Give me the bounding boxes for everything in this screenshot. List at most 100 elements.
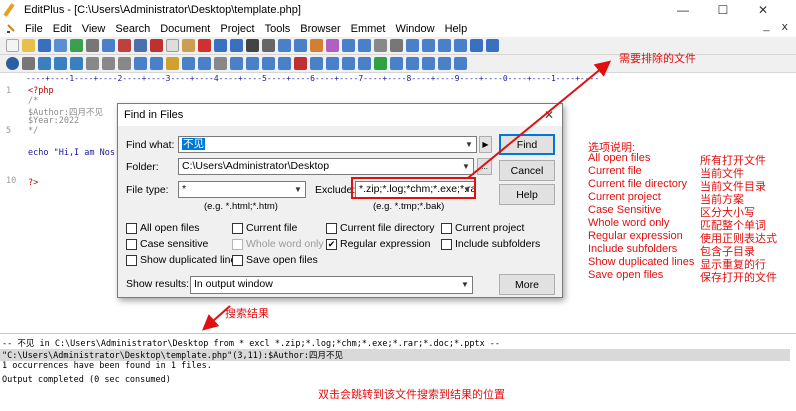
css-icon[interactable] [342, 57, 355, 70]
current-file-directory-checkbox[interactable]: Current file directory [326, 222, 435, 234]
exclude-input[interactable]: *.zip;*.log;*chm;*.exe;*.ra ▼ [355, 181, 475, 198]
dialog-close-icon[interactable]: ✕ [544, 108, 554, 122]
menu-browser[interactable]: Browser [295, 23, 345, 35]
output-window-icon[interactable] [438, 39, 451, 52]
comment-icon[interactable] [278, 57, 291, 70]
line-break-icon[interactable] [118, 57, 131, 70]
file-type-input[interactable]: * ▼ [178, 181, 306, 198]
regex-menu-button[interactable]: ▶ [479, 136, 492, 153]
menu-help[interactable]: Help [440, 23, 473, 35]
current-file-checkbox[interactable]: Current file [232, 222, 297, 234]
font-color-icon[interactable] [150, 57, 163, 70]
doc-minimize-button[interactable]: _ [763, 20, 769, 33]
goto-line-icon[interactable] [294, 39, 307, 52]
undo-icon[interactable] [214, 39, 227, 52]
directory-window-icon[interactable] [422, 39, 435, 52]
menu-emmet[interactable]: Emmet [346, 23, 391, 35]
help-button[interactable]: Help [499, 184, 555, 205]
html-toolbar-icon[interactable] [22, 57, 35, 70]
preview-icon[interactable] [390, 57, 403, 70]
show-results-select[interactable]: In output window ▼ [190, 276, 473, 294]
globe-icon[interactable] [6, 57, 19, 70]
close-button[interactable]: ✕ [743, 0, 783, 20]
all-open-files-checkbox[interactable]: All open files [126, 222, 200, 234]
menu-edit[interactable]: Edit [48, 23, 77, 35]
color-picker-icon[interactable] [358, 57, 371, 70]
show-duplicated-lines-checkbox[interactable]: Show duplicated lines [126, 254, 242, 266]
bold-icon[interactable] [38, 57, 51, 70]
list-icon[interactable] [246, 57, 259, 70]
cut-icon[interactable] [150, 39, 163, 52]
div-icon[interactable] [310, 57, 323, 70]
menu-tools[interactable]: Tools [260, 23, 296, 35]
find-what-input[interactable]: 不见 ▼ [178, 136, 477, 153]
export-icon[interactable] [454, 57, 467, 70]
chart-icon[interactable] [422, 57, 435, 70]
menu-project[interactable]: Project [215, 23, 259, 35]
output-result-line[interactable]: "C:\Users\Administrator\Desktop\template… [0, 349, 790, 361]
menu-view[interactable]: View [77, 23, 111, 35]
paragraph-icon[interactable] [102, 57, 115, 70]
line-number-icon[interactable] [374, 39, 387, 52]
exclude-chevron-icon[interactable]: ▼ [460, 182, 474, 197]
print-preview-icon[interactable] [102, 39, 115, 52]
preferences-icon[interactable] [470, 39, 483, 52]
center-icon[interactable] [134, 57, 147, 70]
toolbar-icon[interactable] [406, 57, 419, 70]
sidebar-icon[interactable] [134, 39, 147, 52]
find-icon[interactable] [246, 39, 259, 52]
replace-icon[interactable] [262, 39, 275, 52]
italic-icon[interactable] [54, 57, 67, 70]
regular-expression-checkbox[interactable]: ✔ Regular expression [326, 238, 430, 250]
nbsp-icon[interactable] [86, 57, 99, 70]
print-icon[interactable] [86, 39, 99, 52]
include-subfolders-checkbox[interactable]: Include subfolders [441, 238, 540, 250]
find-history-chevron-icon[interactable]: ▼ [462, 137, 476, 152]
span-icon[interactable] [326, 57, 339, 70]
delete-icon[interactable] [198, 39, 211, 52]
heading-icon[interactable] [198, 57, 211, 70]
tools-icon[interactable] [486, 39, 499, 52]
cancel-button[interactable]: Cancel [499, 160, 555, 181]
save-icon[interactable] [38, 39, 51, 52]
ftp-icon[interactable] [70, 39, 83, 52]
paste-icon[interactable] [182, 39, 195, 52]
menu-search[interactable]: Search [110, 23, 155, 35]
find-button[interactable]: Find [499, 134, 555, 155]
menu-document[interactable]: Document [155, 23, 215, 35]
folder-chevron-icon[interactable]: ▼ [459, 159, 473, 174]
folder-input[interactable]: C:\Users\Administrator\Desktop ▼ [178, 158, 474, 175]
table-icon[interactable] [230, 57, 243, 70]
open-folder-icon[interactable] [22, 39, 35, 52]
font-icon[interactable] [310, 39, 323, 52]
spell-check-icon[interactable] [118, 39, 131, 52]
ruler-icon[interactable] [358, 39, 371, 52]
whitespace-icon[interactable] [390, 39, 403, 52]
whole-word-only-checkbox[interactable]: Whole word only [232, 238, 324, 250]
font-a-icon[interactable] [294, 57, 307, 70]
case-sensitive-checkbox[interactable]: Case sensitive [126, 238, 208, 250]
copy-icon[interactable] [166, 39, 179, 52]
more-button[interactable]: More [499, 274, 555, 295]
save-all-icon[interactable] [54, 39, 67, 52]
cliptext-icon[interactable] [454, 39, 467, 52]
document-menu-icon[interactable] [6, 23, 16, 34]
menu-window[interactable]: Window [390, 23, 439, 35]
file-type-chevron-icon[interactable]: ▼ [291, 182, 305, 197]
show-results-chevron-icon[interactable]: ▼ [458, 277, 472, 292]
save-open-files-checkbox[interactable]: Save open files [232, 254, 318, 266]
check-icon[interactable] [374, 57, 387, 70]
redo-icon[interactable] [230, 39, 243, 52]
hex-viewer-icon[interactable] [326, 39, 339, 52]
new-file-icon[interactable] [6, 39, 19, 52]
browse-folder-button[interactable]: ... [477, 158, 492, 175]
doc-close-button[interactable]: ⅹ [781, 20, 788, 33]
find-in-files-icon[interactable] [278, 39, 291, 52]
form-icon[interactable] [262, 57, 275, 70]
minimize-button[interactable]: — [663, 0, 703, 20]
word-wrap-icon[interactable] [342, 39, 355, 52]
document-icon[interactable] [438, 57, 451, 70]
horizontal-rule-icon[interactable] [214, 57, 227, 70]
maximize-button[interactable]: ☐ [703, 0, 743, 20]
anchor-icon[interactable] [166, 57, 179, 70]
